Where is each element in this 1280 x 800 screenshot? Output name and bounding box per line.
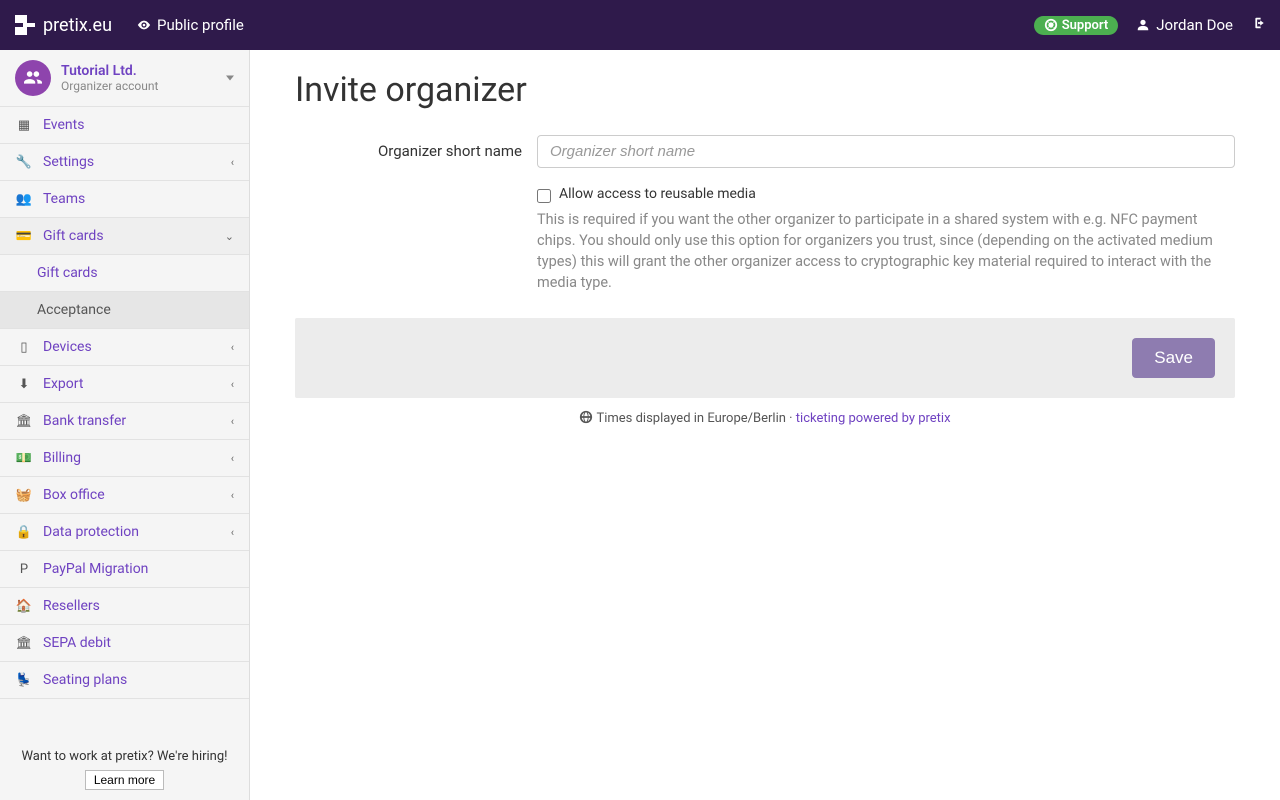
hiring-text: Want to work at pretix? We're hiring! [0, 741, 249, 766]
chevron-down-icon [226, 76, 234, 81]
short-name-label: Organizer short name [295, 135, 537, 168]
timezone-text: Times displayed in Europe/Berlin [596, 411, 785, 426]
support-button[interactable]: Support [1034, 16, 1119, 35]
sidebar-item-label: Box office [43, 487, 105, 503]
allow-reusable-media-label[interactable]: Allow access to reusable media [559, 186, 756, 202]
save-bar: Save [295, 318, 1235, 398]
sidebar-item-resellers[interactable]: 🏠 Resellers [0, 588, 249, 625]
chevron-left-icon: ‹ [231, 378, 234, 391]
reusable-media-help-text: This is required if you want the other o… [537, 209, 1235, 293]
public-profile-label: Public profile [157, 16, 244, 34]
navbar-right: Support Jordan Doe [1034, 16, 1265, 35]
main-content: Invite organizer Organizer short name Al… [250, 50, 1280, 800]
globe-icon [579, 410, 593, 424]
sidebar-item-label: Resellers [43, 598, 100, 614]
lock-icon: 🔒 [15, 525, 33, 540]
eye-icon [137, 18, 151, 32]
chevron-left-icon: ‹ [231, 415, 234, 428]
hiring-banner: Want to work at pretix? We're hiring! Le… [0, 741, 249, 800]
sidebar-nav: ▦ Events 🔧 Settings ‹ 👥 Teams 💳 Gift cards ⌄ Gift … [0, 107, 249, 699]
basket-icon: 🧺 [15, 488, 33, 503]
sidebar-item-gift-cards[interactable]: 💳 Gift cards ⌄ [0, 218, 249, 255]
hiring-learn-more-button[interactable]: Learn more [85, 770, 164, 790]
footer-separator: · [786, 411, 796, 426]
page-title: Invite organizer [295, 70, 1235, 110]
sidebar-item-label: Events [43, 117, 84, 133]
sidebar-item-sepa-debit[interactable]: 🏛 SEPA debit [0, 625, 249, 662]
seat-icon: 💺 [15, 673, 33, 688]
organizer-avatar [15, 60, 51, 96]
sidebar-submenu: Gift cardsAcceptance [0, 255, 249, 329]
home-icon: 🏠 [15, 599, 33, 614]
chevron-left-icon: ‹ [231, 489, 234, 502]
support-label: Support [1062, 18, 1109, 33]
sidebar-subitem-gift-cards[interactable]: Gift cards [0, 255, 249, 292]
wrench-icon: 🔧 [15, 155, 33, 170]
sidebar-item-label: Settings [43, 154, 94, 170]
card-icon: 💳 [15, 229, 33, 244]
reusable-media-row: Allow access to reusable media This is r… [295, 186, 1235, 293]
chevron-left-icon: ‹ [231, 156, 234, 169]
sidebar-item-data-protection[interactable]: 🔒 Data protection ‹ [0, 514, 249, 551]
sidebar-item-label: Teams [43, 191, 85, 207]
paypal-icon: P [15, 562, 33, 577]
save-button[interactable]: Save [1132, 338, 1215, 378]
bank-icon: 🏛 [15, 414, 33, 429]
chevron-left-icon: ‹ [231, 341, 234, 354]
logout-button[interactable] [1251, 16, 1265, 34]
brand-link[interactable]: pretix.eu [15, 15, 112, 36]
navbar-left: pretix.eu Public profile [15, 15, 244, 36]
sidebar-item-seating-plans[interactable]: 💺 Seating plans [0, 662, 249, 699]
sidebar-subitem-acceptance[interactable]: Acceptance [0, 292, 249, 329]
organizer-name: Tutorial Ltd. [61, 63, 158, 79]
organizer-info: Tutorial Ltd. Organizer account [61, 63, 158, 93]
top-navbar: pretix.eu Public profile Support Jordan … [0, 0, 1280, 50]
sidebar-item-label: Data protection [43, 524, 139, 540]
sidebar-item-label: Devices [43, 339, 92, 355]
organizer-subtitle: Organizer account [61, 79, 158, 93]
user-name: Jordan Doe [1156, 16, 1233, 34]
sidebar-item-billing[interactable]: 💵 Billing ‹ [0, 440, 249, 477]
sidebar-item-box-office[interactable]: 🧺 Box office ‹ [0, 477, 249, 514]
sidebar-item-export[interactable]: ⬇ Export ‹ [0, 366, 249, 403]
short-name-row: Organizer short name [295, 135, 1235, 168]
allow-reusable-media-checkbox[interactable] [537, 189, 551, 203]
bank-icon: 🏛 [15, 636, 33, 651]
sidebar-item-label: Seating plans [43, 672, 127, 688]
brand-logo-icon [15, 15, 35, 35]
logout-icon [1251, 16, 1265, 30]
organizer-switcher[interactable]: Tutorial Ltd. Organizer account [0, 50, 249, 107]
download-icon: ⬇ [15, 377, 33, 392]
users-icon [24, 69, 42, 87]
sidebar-item-label: Gift cards [43, 228, 104, 244]
chevron-left-icon: ‹ [231, 526, 234, 539]
sidebar-item-label: Bank transfer [43, 413, 126, 429]
sidebar: Tutorial Ltd. Organizer account ▦ Events 🔧… [0, 50, 250, 800]
tablet-icon: ▯ [15, 340, 33, 355]
sidebar-item-bank-transfer[interactable]: 🏛 Bank transfer ‹ [0, 403, 249, 440]
sidebar-item-paypal-migration[interactable]: P PayPal Migration [0, 551, 249, 588]
user-icon [1136, 18, 1150, 32]
chevron-left-icon: ‹ [231, 452, 234, 465]
life-ring-icon [1044, 18, 1058, 32]
sidebar-item-settings[interactable]: 🔧 Settings ‹ [0, 144, 249, 181]
sidebar-item-devices[interactable]: ▯ Devices ‹ [0, 329, 249, 366]
users-icon: 👥 [15, 192, 33, 207]
powered-by-link[interactable]: ticketing powered by pretix [796, 411, 951, 426]
money-icon: 💵 [15, 451, 33, 466]
calendar-icon: ▦ [15, 118, 33, 133]
sidebar-item-label: PayPal Migration [43, 561, 148, 577]
sidebar-item-label: Billing [43, 450, 81, 466]
sidebar-item-label: Export [43, 376, 83, 392]
organizer-short-name-input[interactable] [537, 135, 1235, 168]
sidebar-item-teams[interactable]: 👥 Teams [0, 181, 249, 218]
sidebar-item-events[interactable]: ▦ Events [0, 107, 249, 144]
brand-text: pretix.eu [43, 15, 112, 36]
user-menu[interactable]: Jordan Doe [1136, 16, 1233, 34]
public-profile-link[interactable]: Public profile [137, 16, 244, 34]
footer-line: Times displayed in Europe/Berlin · ticke… [295, 410, 1235, 426]
sidebar-item-label: SEPA debit [43, 635, 111, 651]
chevron-down-icon: ⌄ [225, 230, 234, 243]
